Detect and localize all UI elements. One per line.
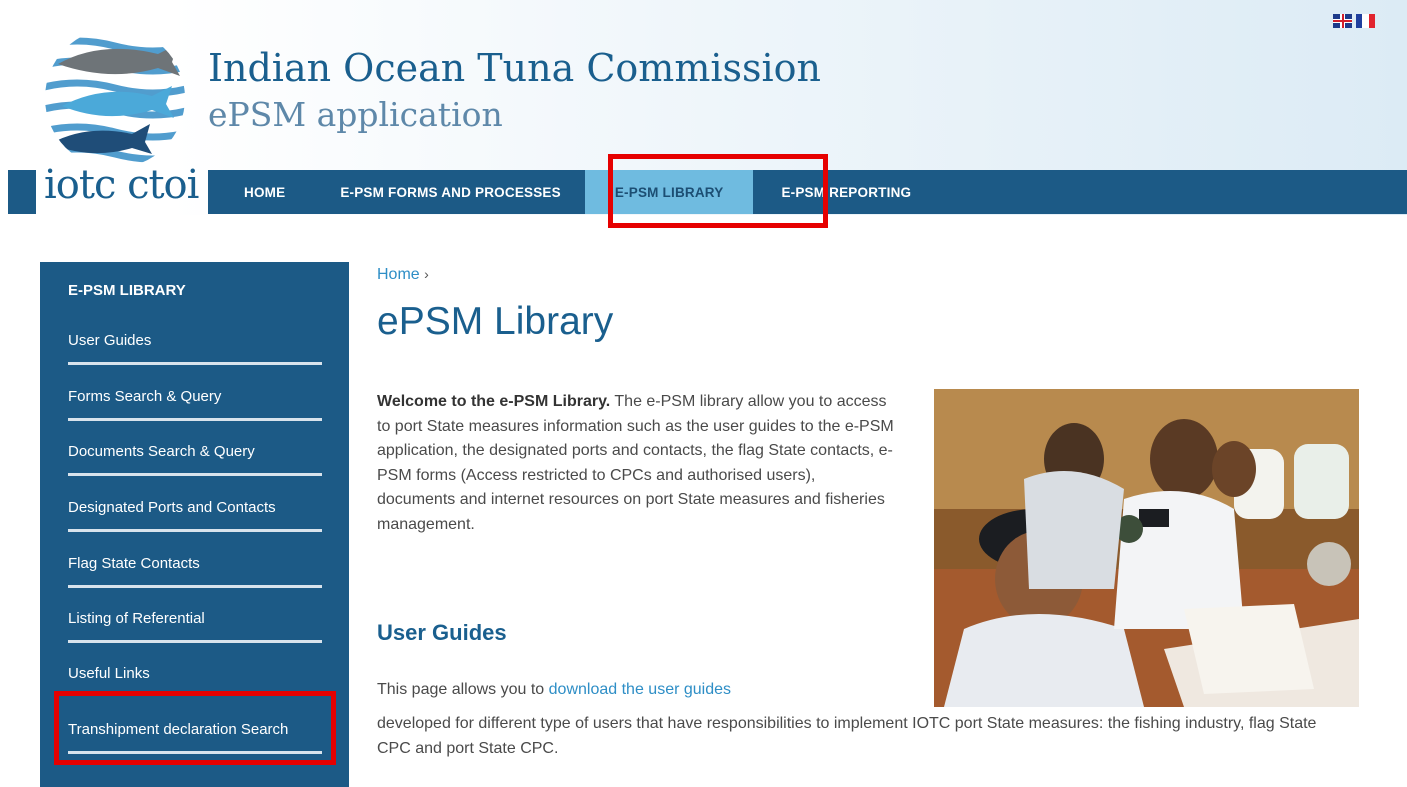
nav-epsm-forms[interactable]: E-PSM FORMS AND PROCESSES [340,170,589,214]
sidebar-item-label: Flag State Contacts [68,555,200,572]
section-heading-user-guides: User Guides [377,620,507,645]
breadcrumb-separator: › [424,266,429,282]
sidebar-item-documents-search[interactable]: Documents Search & Query [68,443,322,476]
intro-paragraph: Welcome to the e-PSM Library. The e-PSM … [377,390,897,537]
sidebar-item-label: Forms Search & Query [68,388,222,405]
guides-prefix: This page allows you to [377,681,549,698]
app-subtitle: ePSM application [208,95,503,134]
language-switcher [1333,14,1375,28]
intro-bold: Welcome to the e-PSM Library. [377,393,611,410]
uk-flag-icon[interactable] [1333,14,1352,28]
sidebar-item-label: User Guides [68,332,152,349]
france-flag-icon[interactable] [1356,14,1375,28]
page: Indian Ocean Tuna Commission ePSM applic… [0,0,1407,787]
sidebar-item-designated-ports[interactable]: Designated Ports and Contacts [68,499,322,532]
guides-intro: This page allows you to download the use… [377,681,731,699]
sidebar-item-flag-state-contacts[interactable]: Flag State Contacts [68,555,322,588]
photo-image [934,389,1359,707]
sidebar-item-forms-search[interactable]: Forms Search & Query [68,388,322,421]
divider [68,473,322,476]
sidebar-item-label: Documents Search & Query [68,443,255,460]
org-title: Indian Ocean Tuna Commission [208,46,822,90]
iotc-wordmark[interactable]: iotc ctoi [44,162,199,208]
nav-home[interactable]: HOME [208,170,340,214]
nav-left-bar [8,170,36,214]
sidebar-item-listing-referential[interactable]: Listing of Referential [68,610,322,643]
nav-highlight-box [608,154,828,228]
sidebar-item-label: Listing of Referential [68,610,205,627]
divider [68,529,322,532]
sidebar-title: E-PSM LIBRARY [68,282,186,299]
inspection-photo [934,389,1359,707]
sidebar-item-user-guides[interactable]: User Guides [68,332,322,365]
divider [68,362,322,365]
divider [68,418,322,421]
breadcrumb-home-link[interactable]: Home [377,266,420,283]
sidebar-item-label: Designated Ports and Contacts [68,499,276,516]
sidebar-item-label: Useful Links [68,665,150,682]
divider [68,585,322,588]
guides-description: developed for different type of users th… [377,715,1317,757]
download-guides-link[interactable]: download the user guides [549,681,731,698]
intro-text: The e-PSM library allow you to access to… [377,393,894,533]
page-title: ePSM Library [377,300,614,343]
divider [68,640,322,643]
sidebar-highlight-box [54,691,336,765]
sidebar-item-useful-links[interactable]: Useful Links [68,665,322,682]
breadcrumb: Home › [377,266,429,284]
